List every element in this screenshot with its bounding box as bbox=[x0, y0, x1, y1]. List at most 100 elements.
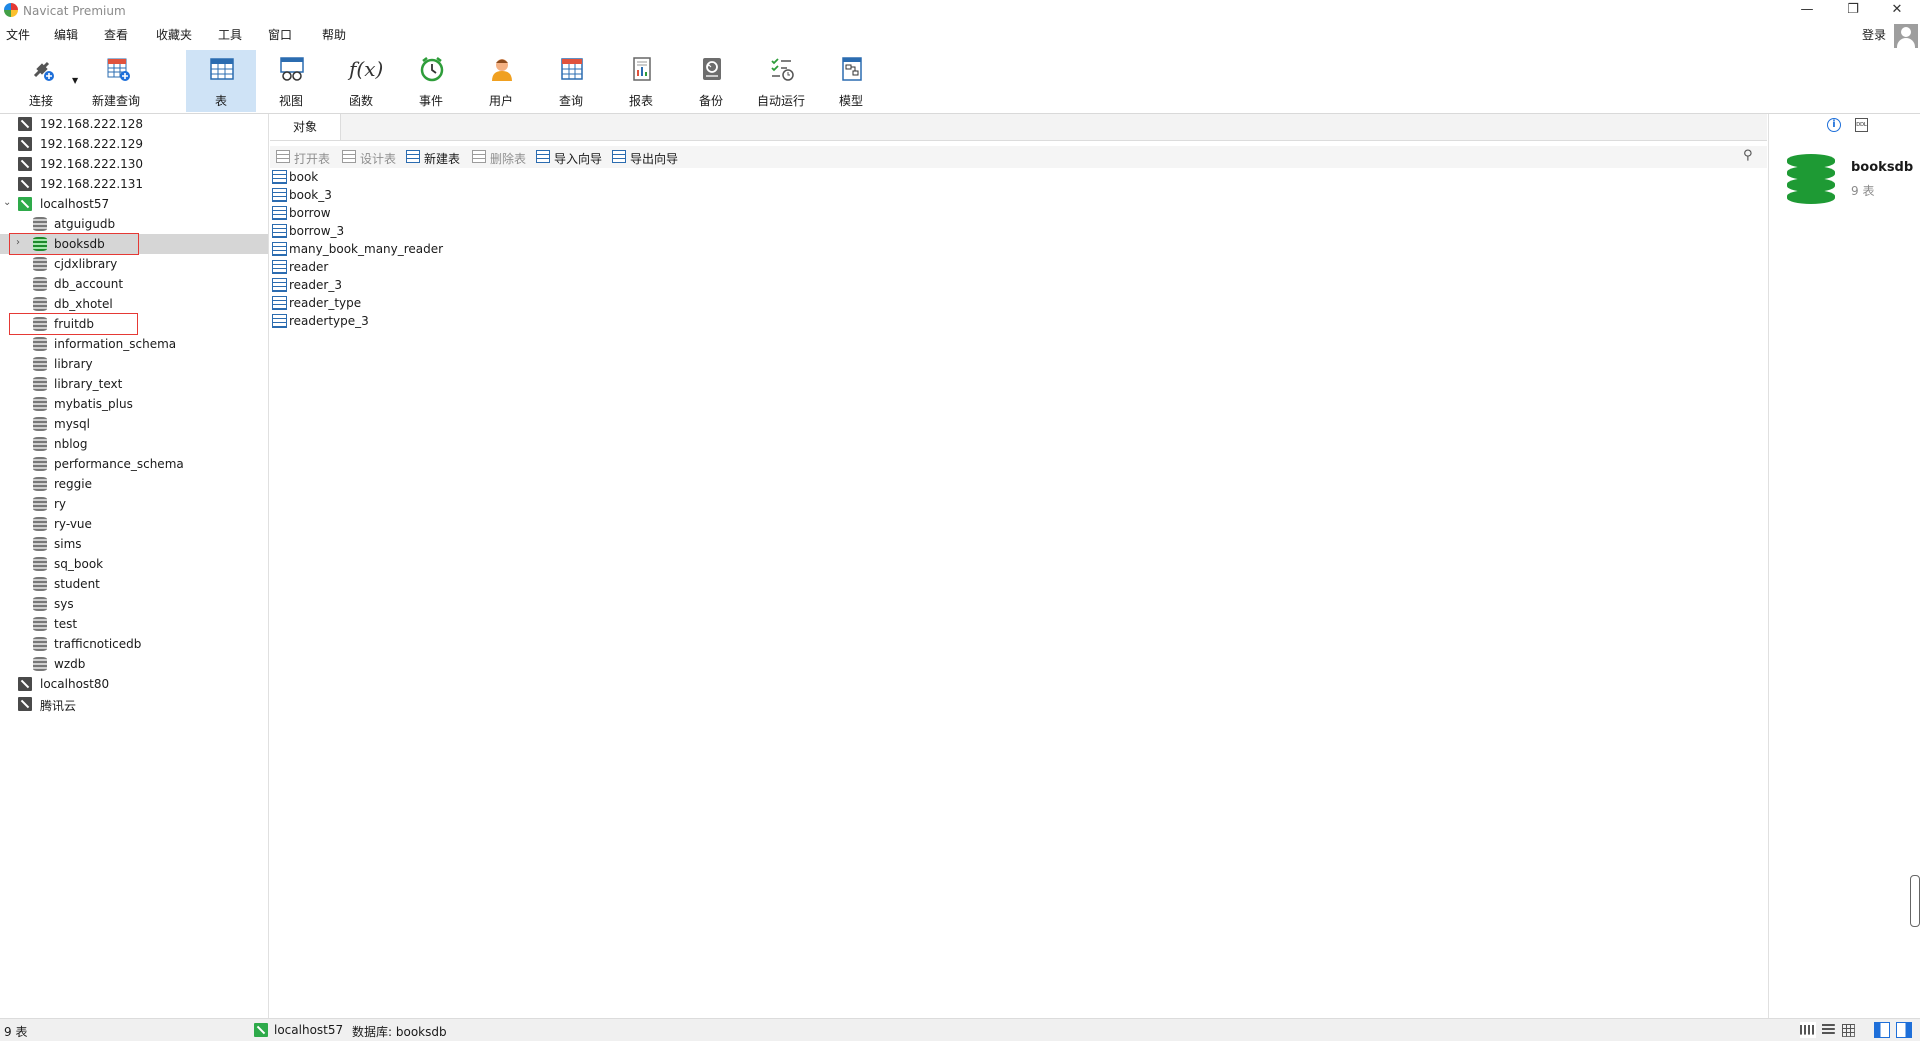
menu-tools[interactable]: 工具 bbox=[218, 26, 242, 43]
menu-view[interactable]: 查看 bbox=[104, 26, 128, 43]
tree-database[interactable]: sys bbox=[0, 594, 268, 614]
connect-label: 连接 bbox=[28, 94, 53, 108]
table-item[interactable]: reader_type bbox=[270, 294, 430, 312]
table-item[interactable]: borrow bbox=[270, 204, 430, 222]
tree-database[interactable]: db_xhotel bbox=[0, 294, 268, 314]
toggle-info-panel-icon[interactable] bbox=[1896, 1022, 1912, 1038]
view-button[interactable]: 视图 bbox=[256, 50, 326, 112]
table-item[interactable]: many_book_many_reader bbox=[270, 240, 450, 258]
menu-help[interactable]: 帮助 bbox=[322, 26, 346, 43]
connect-dropdown-icon[interactable]: ▼ bbox=[72, 76, 78, 85]
automation-button[interactable]: 自动运行 bbox=[746, 50, 816, 112]
tree-database[interactable]: wzdb bbox=[0, 654, 268, 674]
tree-database[interactable]: mysql bbox=[0, 414, 268, 434]
design-table-button[interactable]: 设计表 bbox=[342, 149, 404, 166]
tree-database[interactable]: db_account bbox=[0, 274, 268, 294]
tree-database[interactable]: atguigudb bbox=[0, 214, 268, 234]
query-button[interactable]: 查询 bbox=[536, 50, 606, 112]
delete-table-button[interactable]: 删除表 bbox=[472, 149, 534, 166]
menu-favorites[interactable]: 收藏夹 bbox=[156, 26, 192, 43]
database-icon bbox=[33, 477, 47, 491]
tree-database[interactable]: student bbox=[0, 574, 268, 594]
tree-database[interactable]: trafficnoticedb bbox=[0, 634, 268, 654]
tree-connection[interactable]: 192.168.222.130 bbox=[0, 154, 268, 174]
event-button[interactable]: 事件 bbox=[396, 50, 466, 112]
view-icon bbox=[280, 57, 304, 81]
delete-table-label: 删除表 bbox=[490, 152, 527, 166]
tree-connection[interactable]: localhost80 bbox=[0, 674, 268, 694]
info-table-count: 9 表 bbox=[1851, 184, 1875, 198]
highlight-box-booksdb bbox=[9, 233, 139, 255]
detail-view-icon[interactable] bbox=[1840, 1022, 1856, 1038]
table-item[interactable]: book_3 bbox=[270, 186, 430, 204]
grid-view-icon[interactable] bbox=[1800, 1022, 1816, 1038]
database-icon bbox=[33, 257, 47, 271]
restore-button[interactable]: ❐ bbox=[1830, 0, 1876, 22]
close-button[interactable]: ✕ bbox=[1874, 0, 1920, 22]
tree-connection[interactable]: 192.168.222.129 bbox=[0, 134, 268, 154]
minimize-button[interactable]: — bbox=[1784, 0, 1830, 22]
list-view-icon[interactable] bbox=[1820, 1022, 1836, 1038]
tree-database[interactable]: reggie bbox=[0, 474, 268, 494]
backup-button[interactable]: 备份 bbox=[676, 50, 746, 112]
report-button[interactable]: 报表 bbox=[606, 50, 676, 112]
table-item[interactable]: borrow_3 bbox=[270, 222, 430, 240]
database-icon bbox=[33, 397, 47, 411]
table-icon bbox=[272, 170, 287, 184]
tree-database[interactable]: performance_schema bbox=[0, 454, 268, 474]
event-label: 事件 bbox=[418, 94, 443, 108]
menu-file[interactable]: 文件 bbox=[6, 26, 30, 43]
tab-objects[interactable]: 对象 bbox=[270, 114, 341, 140]
database-label: db_account bbox=[54, 277, 124, 291]
tree-database[interactable]: ry-vue bbox=[0, 514, 268, 534]
tree-database[interactable]: sims bbox=[0, 534, 268, 554]
tree-database[interactable]: ry bbox=[0, 494, 268, 514]
function-button[interactable]: f(x) 函数 bbox=[326, 50, 396, 112]
avatar-icon[interactable] bbox=[1894, 24, 1918, 48]
status-connection: localhost57 bbox=[274, 1023, 344, 1037]
database-label: test bbox=[54, 617, 78, 631]
tree-database[interactable]: cjdxlibrary bbox=[0, 254, 268, 274]
tree-connection[interactable]: 192.168.222.131 bbox=[0, 174, 268, 194]
new-table-button[interactable]: 新建表 bbox=[406, 149, 468, 166]
table-item[interactable]: readertype_3 bbox=[270, 312, 430, 330]
tree-database[interactable]: library_text bbox=[0, 374, 268, 394]
table-item[interactable]: reader bbox=[270, 258, 430, 276]
export-wizard-button[interactable]: 导出向导 bbox=[612, 149, 684, 166]
table-icon bbox=[272, 278, 287, 292]
ddl-icon[interactable]: DDL bbox=[1855, 118, 1868, 132]
menu-window[interactable]: 窗口 bbox=[268, 26, 292, 43]
table-item[interactable]: book bbox=[270, 168, 430, 186]
info-icon[interactable]: i bbox=[1827, 118, 1841, 132]
tree-connection-open[interactable]: ⌄ localhost57 bbox=[0, 194, 268, 214]
import-wizard-button[interactable]: 导入向导 bbox=[536, 149, 608, 166]
database-icon bbox=[33, 617, 47, 631]
table-name: borrow_3 bbox=[289, 224, 345, 238]
tree-database[interactable]: sq_book bbox=[0, 554, 268, 574]
tree-database[interactable]: library bbox=[0, 354, 268, 374]
menu-edit[interactable]: 编辑 bbox=[54, 26, 78, 43]
table-icon bbox=[272, 224, 287, 238]
search-icon[interactable]: ⚲ bbox=[1743, 149, 1757, 163]
user-button[interactable]: 用户 bbox=[466, 50, 536, 112]
model-button[interactable]: 模型 bbox=[816, 50, 886, 112]
new-query-button[interactable]: 新建查询 bbox=[82, 50, 150, 112]
chevron-down-icon[interactable]: ⌄ bbox=[3, 198, 13, 208]
tree-database[interactable]: information_schema bbox=[0, 334, 268, 354]
scrollbar-thumb[interactable] bbox=[1910, 875, 1920, 927]
open-table-button[interactable]: 打开表 bbox=[276, 149, 338, 166]
tree-connection[interactable]: 腾讯云 bbox=[0, 694, 268, 714]
tree-database[interactable]: mybatis_plus bbox=[0, 394, 268, 414]
table-item[interactable]: reader_3 bbox=[270, 276, 430, 294]
tree-database[interactable]: nblog bbox=[0, 434, 268, 454]
connect-button[interactable]: 连接 bbox=[6, 50, 76, 112]
login-link[interactable]: 登录 bbox=[1862, 26, 1886, 43]
status-object-count: 9 表 bbox=[4, 1025, 28, 1039]
query-label: 查询 bbox=[558, 94, 583, 108]
tree-database[interactable]: test bbox=[0, 614, 268, 634]
import-wizard-icon bbox=[536, 150, 550, 163]
toggle-navigator-icon[interactable] bbox=[1874, 1022, 1890, 1038]
table-icon bbox=[272, 314, 287, 328]
table-button[interactable]: 表 bbox=[186, 50, 256, 112]
tree-connection[interactable]: 192.168.222.128 bbox=[0, 114, 268, 134]
